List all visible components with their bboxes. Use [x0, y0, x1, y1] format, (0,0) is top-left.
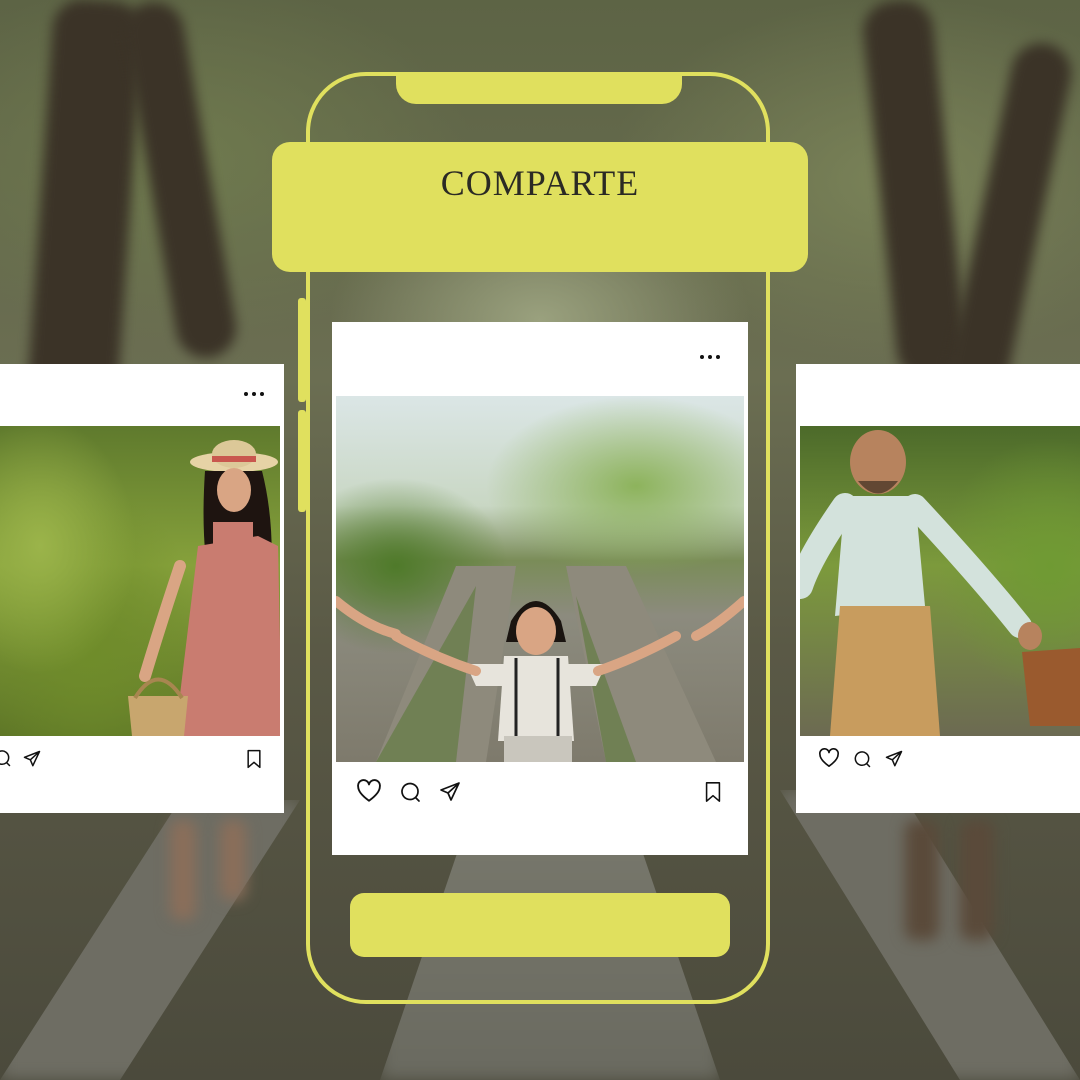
post-card-center — [332, 322, 748, 855]
share-icon[interactable] — [438, 780, 462, 804]
post-card-left — [0, 364, 284, 813]
share-icon[interactable] — [22, 749, 42, 769]
tree-trunk — [943, 37, 1077, 403]
tree-trunk — [119, 0, 241, 363]
tree-trunk — [860, 0, 970, 383]
figure-leg — [220, 820, 246, 900]
figure-leg — [905, 820, 939, 940]
post-photo[interactable] — [800, 426, 1080, 736]
heart-icon[interactable] — [356, 779, 382, 803]
walkway — [0, 800, 300, 1080]
more-icon[interactable] — [700, 355, 720, 359]
phone-side-button — [298, 298, 306, 402]
share-icon[interactable] — [884, 749, 904, 769]
page-title: COMPARTE — [440, 163, 640, 203]
comment-icon[interactable] — [852, 749, 872, 769]
figure-leg — [170, 820, 196, 920]
heart-icon[interactable] — [818, 748, 840, 768]
boy-holding-hands — [336, 566, 744, 762]
bookmark-icon[interactable] — [702, 779, 724, 805]
bookmark-icon[interactable] — [244, 748, 264, 770]
figure-leg — [960, 820, 994, 940]
comment-icon[interactable] — [0, 748, 12, 768]
tree-trunk — [25, 0, 145, 423]
phone-side-button — [298, 410, 306, 512]
phone-notch — [396, 72, 682, 104]
post-card-right — [796, 364, 1080, 813]
comment-icon[interactable] — [398, 780, 422, 804]
post-photo[interactable] — [336, 396, 744, 762]
header-banner: COMPARTE — [272, 142, 808, 272]
post-photo[interactable] — [0, 426, 280, 736]
more-icon[interactable] — [244, 392, 264, 396]
man-with-basket — [800, 430, 1080, 736]
woman-with-basket — [128, 440, 280, 736]
bottom-button-bar[interactable] — [350, 893, 730, 957]
